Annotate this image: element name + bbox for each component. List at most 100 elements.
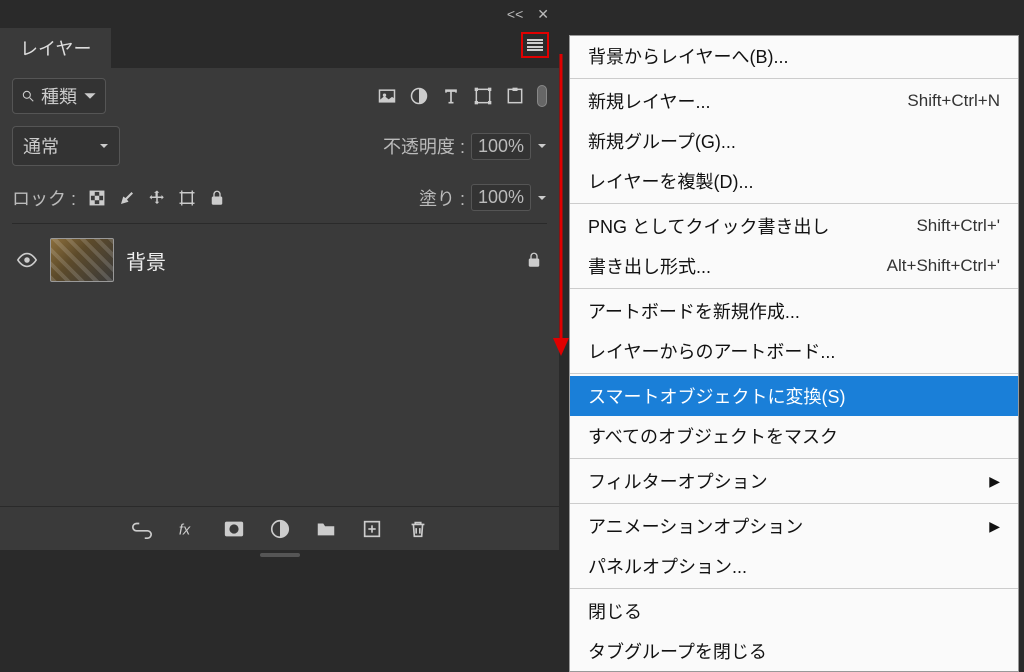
menu-item[interactable]: PNG としてクイック書き出し Shift+Ctrl+' xyxy=(570,206,1018,246)
filter-adjustment-icon[interactable] xyxy=(409,86,429,106)
delete-layer-icon[interactable] xyxy=(407,518,429,540)
link-layers-icon[interactable] xyxy=(131,518,153,540)
new-group-icon[interactable] xyxy=(315,518,337,540)
fill-control: 塗り : 100% xyxy=(419,184,547,211)
layer-mask-icon[interactable] xyxy=(223,518,245,540)
filter-toggle[interactable] xyxy=(537,85,547,107)
hamburger-icon xyxy=(527,39,543,51)
filter-row: 種類 xyxy=(12,78,547,114)
menu-item-label: タブグループを閉じる xyxy=(588,638,767,664)
blend-mode-dropdown[interactable]: 通常 xyxy=(12,126,120,166)
new-layer-icon[interactable] xyxy=(361,518,383,540)
filter-smart-icon[interactable] xyxy=(505,86,525,106)
lock-icon[interactable] xyxy=(525,251,543,269)
menu-item-label: アートボードを新規作成... xyxy=(588,298,800,324)
filter-pixel-icon[interactable] xyxy=(377,86,397,106)
blend-mode-value: 通常 xyxy=(23,133,59,159)
menu-item[interactable]: レイヤーからのアートボード... xyxy=(570,331,1018,371)
collapse-button[interactable]: << xyxy=(507,6,523,22)
submenu-arrow-icon: ▶ xyxy=(989,518,1000,535)
chevron-down-icon xyxy=(99,141,109,151)
menu-item-label: 背景からレイヤーへ(B)... xyxy=(588,43,788,69)
menu-item-label: 新規レイヤー... xyxy=(588,88,710,114)
menu-item[interactable]: フィルターオプション ▶ xyxy=(570,461,1018,501)
layer-name[interactable]: 背景 xyxy=(126,246,166,275)
menu-item-label: PNG としてクイック書き出し xyxy=(588,213,829,239)
lock-transparency-icon[interactable] xyxy=(88,189,106,207)
submenu-arrow-icon: ▶ xyxy=(989,473,1000,490)
menu-item-label: パネルオプション... xyxy=(588,553,747,579)
visibility-icon[interactable] xyxy=(16,249,38,271)
opacity-label: 不透明度 : xyxy=(383,133,465,159)
menu-separator xyxy=(570,373,1018,374)
opacity-control: 不透明度 : 100% xyxy=(383,133,547,160)
tab-layers[interactable]: レイヤー xyxy=(0,28,111,68)
chevron-down-icon[interactable] xyxy=(537,141,547,151)
layer-styles-icon[interactable]: fx xyxy=(177,518,199,540)
panel-menu-button[interactable] xyxy=(521,32,549,58)
menu-item[interactable]: 閉じる xyxy=(570,591,1018,631)
menu-item-shortcut: Shift+Ctrl+N xyxy=(907,91,1000,111)
menu-item-label: スマートオブジェクトに変換(S) xyxy=(588,383,845,409)
search-icon xyxy=(21,89,35,103)
panel-footer: fx xyxy=(0,506,559,550)
panel-titlebar: << ✕ xyxy=(0,0,559,28)
lock-artboard-icon[interactable] xyxy=(178,189,196,207)
menu-item[interactable]: スマートオブジェクトに変換(S) xyxy=(570,376,1018,416)
menu-item-label: 書き出し形式... xyxy=(588,253,711,279)
chevron-down-icon xyxy=(83,89,97,103)
filter-type-dropdown[interactable]: 種類 xyxy=(12,78,106,114)
menu-item-label: 閉じる xyxy=(588,598,642,624)
menu-item[interactable]: アートボードを新規作成... xyxy=(570,291,1018,331)
opacity-value[interactable]: 100% xyxy=(471,133,531,160)
lock-pixels-icon[interactable] xyxy=(118,189,136,207)
lock-position-icon[interactable] xyxy=(148,189,166,207)
lock-row: ロック : 塗り : 100% xyxy=(12,178,547,224)
menu-item[interactable]: 背景からレイヤーへ(B)... xyxy=(570,36,1018,76)
layer-thumbnail[interactable] xyxy=(50,238,114,282)
adjustment-layer-icon[interactable] xyxy=(269,518,291,540)
menu-separator xyxy=(570,78,1018,79)
menu-item[interactable]: タブグループを閉じる xyxy=(570,631,1018,671)
menu-item-label: フィルターオプション xyxy=(588,468,768,494)
menu-item[interactable]: アニメーションオプション ▶ xyxy=(570,506,1018,546)
menu-item-label: レイヤーを複製(D)... xyxy=(588,168,753,194)
menu-item-shortcut: Shift+Ctrl+' xyxy=(916,216,1000,236)
menu-item-label: すべてのオブジェクトをマスク xyxy=(588,423,838,449)
menu-item[interactable]: 新規グループ(G)... xyxy=(570,121,1018,161)
filter-type-label: 種類 xyxy=(41,83,77,109)
lock-all-icon[interactable] xyxy=(208,189,226,207)
menu-separator xyxy=(570,458,1018,459)
filter-icons xyxy=(377,85,547,107)
layers-panel-menu: 背景からレイヤーへ(B)... 新規レイヤー... Shift+Ctrl+N 新規グル… xyxy=(569,35,1019,672)
menu-item[interactable]: パネルオプション... xyxy=(570,546,1018,586)
menu-item-label: アニメーションオプション xyxy=(588,513,803,539)
fill-value[interactable]: 100% xyxy=(471,184,531,211)
lock-icons xyxy=(88,189,226,207)
blend-row: 通常 不透明度 : 100% xyxy=(12,126,547,166)
fill-label: 塗り : xyxy=(419,185,465,211)
svg-text:fx: fx xyxy=(178,522,190,538)
layer-row-background[interactable]: 背景 xyxy=(12,232,547,288)
menu-item-label: レイヤーからのアートボード... xyxy=(588,338,835,364)
menu-item[interactable]: レイヤーを複製(D)... xyxy=(570,161,1018,201)
menu-separator xyxy=(570,203,1018,204)
menu-item-label: 新規グループ(G)... xyxy=(588,128,736,154)
panel-resize-grip[interactable] xyxy=(0,550,559,560)
panel-body: 種類 通常 不透明度 : 100% ロッ xyxy=(0,68,559,506)
layers-panel: << ✕ レイヤー 種類 通常 xyxy=(0,0,559,560)
menu-separator xyxy=(570,588,1018,589)
filter-shape-icon[interactable] xyxy=(473,86,493,106)
menu-separator xyxy=(570,288,1018,289)
layer-list: 背景 xyxy=(12,224,547,496)
menu-item[interactable]: 書き出し形式... Alt+Shift+Ctrl+' xyxy=(570,246,1018,286)
menu-item[interactable]: 新規レイヤー... Shift+Ctrl+N xyxy=(570,81,1018,121)
lock-label: ロック : xyxy=(12,185,76,211)
menu-item-shortcut: Alt+Shift+Ctrl+' xyxy=(887,256,1000,276)
menu-item[interactable]: すべてのオブジェクトをマスク xyxy=(570,416,1018,456)
panel-tabs: レイヤー xyxy=(0,28,559,68)
chevron-down-icon[interactable] xyxy=(537,193,547,203)
close-button[interactable]: ✕ xyxy=(537,6,549,23)
filter-type-icon[interactable] xyxy=(441,86,461,106)
menu-separator xyxy=(570,503,1018,504)
